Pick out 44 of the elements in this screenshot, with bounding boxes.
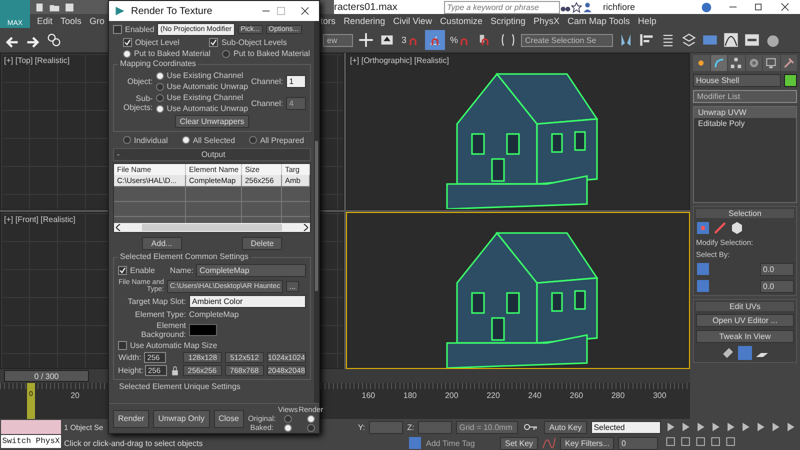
tick-label: 280 [610, 390, 626, 402]
checkbox-label: Object Level [135, 38, 180, 47]
field-label: Sub-Objects: [122, 94, 153, 112]
checkbox-label: Enable [130, 266, 155, 275]
group-title: Mapping Coordinates [118, 59, 198, 68]
radio-label: Use Automatic Unwrap [166, 104, 248, 113]
tick-label: 20 [70, 390, 80, 402]
radio-label: Use Automatic Unwrap [166, 82, 248, 91]
radio-label: All Prepared [260, 136, 304, 144]
coordinate-label: Y: [358, 422, 366, 432]
tick-label: 260 [568, 390, 584, 402]
field-label: Element Type: [134, 310, 186, 319]
tick-label: 200 [444, 390, 460, 402]
checkbox-label: Use Automatic Map Size [130, 341, 218, 350]
tick-label: 300 [652, 390, 668, 402]
field-label: Name: [170, 266, 194, 275]
group-title: Selected Element Common Settings [118, 252, 251, 261]
radio-label: Use Existing Channel [166, 71, 244, 80]
tick-label: 180 [402, 390, 418, 402]
field-label: Element Background: [140, 321, 186, 339]
radio-label: All Selected [192, 136, 236, 144]
tick-label: 160 [360, 390, 376, 402]
field-label: Target Map Slot: [126, 297, 186, 306]
rollout-title: Output [200, 150, 226, 159]
coordinate-label: Z: [407, 422, 414, 432]
checkbox-label: Enabled [125, 25, 154, 34]
grid-size: Grid = 10.0mm [456, 420, 518, 434]
radio-label: Individual [134, 136, 168, 144]
checkbox-label: Sub-Object Levels [221, 38, 287, 47]
group-title: Selected Element Unique Settings [118, 382, 242, 391]
tick-label: 240 [527, 390, 543, 402]
field-label: Channel: [251, 98, 284, 108]
radio-label: Put to Baked Material [134, 49, 210, 58]
radio-label: Use Existing Channel [166, 93, 244, 102]
field-label: Height: [118, 366, 142, 375]
radio-label: Put to Baked Material [233, 49, 310, 58]
dialog-title: Render To Texture [131, 6, 214, 16]
tick-label: 220 [486, 390, 501, 402]
field-label: Width: [118, 353, 142, 362]
prompt-text: Click or click-and-drag to select objects [64, 438, 204, 448]
field-label: Object: [126, 76, 153, 86]
element-type-value: CompleteMap [189, 310, 239, 319]
window-title: racters01.max [334, 2, 398, 12]
field-label: Channel: [251, 76, 284, 86]
